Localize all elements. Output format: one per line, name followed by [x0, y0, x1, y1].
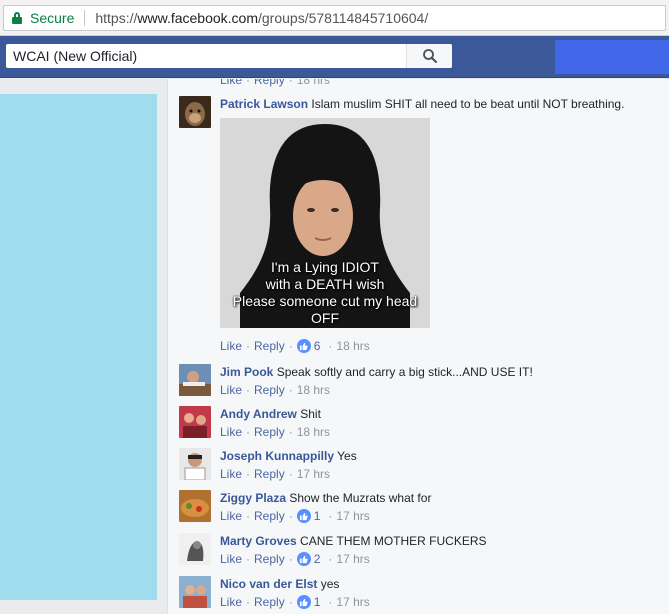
- meme-caption-line: with a DEATH wish: [265, 276, 385, 292]
- search-button[interactable]: [406, 44, 452, 68]
- like-link[interactable]: Like: [220, 551, 242, 567]
- comment-text: CANE THEM MOTHER FUCKERS: [300, 534, 487, 548]
- comment-actions: Like · Reply · 17 hrs: [220, 466, 331, 482]
- reply-link[interactable]: Reply: [254, 508, 285, 524]
- search-input[interactable]: WCAI (New Official): [6, 48, 406, 64]
- comment-actions: Like · Reply · 18 hrs: [220, 424, 331, 440]
- like-count[interactable]: 1: [314, 594, 321, 610]
- timestamp[interactable]: 18 hrs: [297, 424, 330, 440]
- comment-author[interactable]: Marty Groves: [220, 534, 297, 548]
- timestamp[interactable]: 18 hrs: [297, 79, 330, 87]
- timestamp[interactable]: 17 hrs: [336, 551, 369, 567]
- url-prefix: https://: [95, 10, 138, 26]
- avatar[interactable]: [179, 533, 211, 565]
- reply-link[interactable]: Reply: [254, 466, 285, 482]
- left-panel: [0, 94, 157, 600]
- browser-toolbar: Secure https://www.facebook.com/groups/5…: [0, 0, 669, 36]
- like-reaction-icon[interactable]: [296, 509, 311, 523]
- comment-author[interactable]: Patrick Lawson: [220, 97, 308, 111]
- reply-link[interactable]: Reply: [254, 338, 285, 354]
- avatar[interactable]: [179, 364, 211, 396]
- meme-caption-line: OFF: [311, 310, 339, 326]
- secure-label: Secure: [30, 10, 75, 26]
- comment-author[interactable]: Andy Andrew: [220, 407, 297, 421]
- comment-actions: Like · Reply · 2 · 17 hrs: [220, 551, 370, 567]
- like-count[interactable]: 2: [314, 551, 321, 567]
- avatar[interactable]: [179, 448, 211, 480]
- like-count[interactable]: 1: [314, 508, 321, 524]
- comment-text: Shit: [300, 407, 321, 421]
- avatar[interactable]: [179, 576, 211, 608]
- reply-link[interactable]: Reply: [254, 594, 285, 610]
- previous-comment-actions: Like · Reply · 18 hrs: [220, 79, 330, 87]
- like-link[interactable]: Like: [220, 424, 242, 440]
- comment-text: Speak softly and carry a big stick...AND…: [276, 365, 533, 379]
- meme-caption-line: I'm a Lying IDIOT: [271, 259, 379, 275]
- like-link[interactable]: Like: [220, 382, 242, 398]
- like-link[interactable]: Like: [220, 508, 242, 524]
- comment-text: Yes: [337, 449, 357, 463]
- comment-image[interactable]: I'm a Lying IDIOT with a DEATH wish Plea…: [220, 118, 430, 328]
- reply-link[interactable]: Reply: [254, 551, 285, 567]
- like-link[interactable]: Like: [220, 79, 242, 87]
- like-link[interactable]: Like: [220, 594, 242, 610]
- timestamp[interactable]: 17 hrs: [336, 508, 369, 524]
- like-link[interactable]: Like: [220, 338, 242, 354]
- timestamp[interactable]: 18 hrs: [336, 338, 369, 354]
- comment-actions: Like · Reply · 18 hrs: [220, 382, 331, 398]
- search-box: WCAI (New Official): [6, 44, 452, 68]
- avatar[interactable]: [179, 490, 211, 522]
- comment-author[interactable]: Jim Pook: [220, 365, 273, 379]
- facebook-top-bar: WCAI (New Official): [0, 36, 669, 78]
- comment-actions: Like · Reply · 6 · 18 hrs: [220, 338, 370, 354]
- comment-text: Islam muslim SHIT all need to be beat un…: [311, 97, 625, 111]
- comment-author[interactable]: Joseph Kunnappilly: [220, 449, 334, 463]
- reply-link[interactable]: Reply: [254, 382, 285, 398]
- reply-link[interactable]: Reply: [254, 79, 285, 87]
- avatar[interactable]: [179, 406, 211, 438]
- comment-author[interactable]: Ziggy Plaza: [220, 491, 286, 505]
- like-link[interactable]: Like: [220, 466, 242, 482]
- like-count[interactable]: 6: [314, 338, 321, 354]
- url-path: /groups/578114845710604/: [258, 10, 429, 26]
- meme-caption: I'm a Lying IDIOT with a DEATH wish Plea…: [220, 259, 430, 328]
- comment-text: Show the Muzrats what for: [289, 491, 432, 505]
- comment-author[interactable]: Nico van der Elst: [220, 577, 317, 591]
- comment-actions: Like · Reply · 1 · 17 hrs: [220, 594, 370, 610]
- reply-link[interactable]: Reply: [254, 424, 285, 440]
- like-reaction-icon[interactable]: [296, 595, 311, 609]
- comments-column: Like · Reply · 18 hrs Patrick Lawson Islam m…: [167, 79, 669, 614]
- address-divider: [84, 10, 86, 26]
- lock-icon: [12, 12, 22, 24]
- timestamp[interactable]: 17 hrs: [336, 594, 369, 610]
- like-reaction-icon[interactable]: [296, 339, 311, 353]
- address-bar[interactable]: Secure https://www.facebook.com/groups/5…: [3, 5, 666, 31]
- url-host: www.facebook.com: [137, 10, 258, 26]
- timestamp[interactable]: 17 hrs: [297, 466, 330, 482]
- comment-text: yes: [320, 577, 340, 591]
- meme-caption-line: Please someone cut my head: [232, 293, 418, 309]
- search-icon: [422, 49, 437, 63]
- timestamp[interactable]: 18 hrs: [297, 382, 330, 398]
- avatar[interactable]: [179, 96, 211, 128]
- like-reaction-icon[interactable]: [296, 552, 311, 566]
- url-text[interactable]: https://www.facebook.com/groups/57811484…: [95, 10, 428, 26]
- top-bar-right-region: [555, 40, 669, 74]
- comment-actions: Like · Reply · 1 · 17 hrs: [220, 508, 370, 524]
